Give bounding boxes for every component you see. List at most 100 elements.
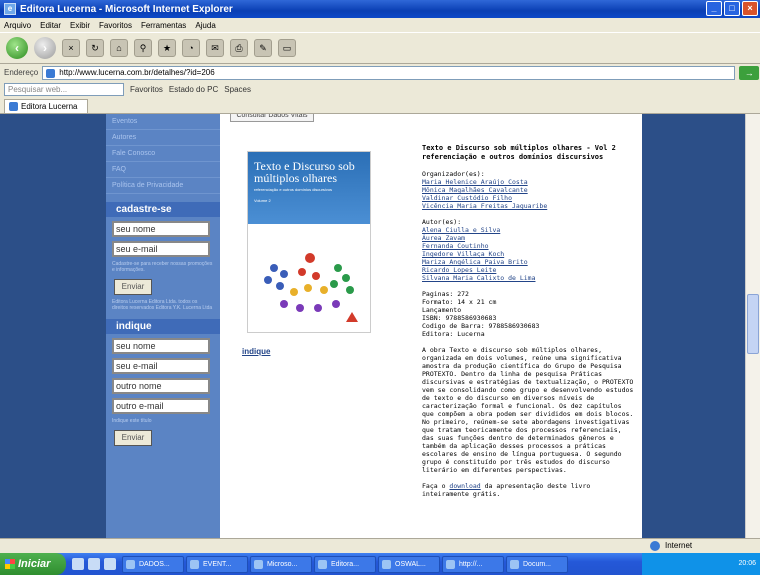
search-icon[interactable]: ⚲ — [134, 39, 152, 57]
scrollbar-thumb[interactable] — [747, 294, 759, 354]
system-tray-clock: 20:06 — [642, 553, 760, 575]
ie-icon: e — [4, 3, 16, 15]
detail-publisher: Editora: Lucerna — [422, 330, 485, 338]
spaces-link[interactable]: Spaces — [224, 85, 251, 94]
web-search-input[interactable]: Pesquisar web... — [4, 83, 124, 96]
author-link[interactable]: Áurea Zavam — [422, 234, 636, 242]
cadastre-submit-button[interactable]: Enviar — [114, 279, 152, 295]
sidebar-link-fale-conosco[interactable]: Fale Conosco — [106, 146, 220, 162]
links-toolbar: Pesquisar web... Favoritos Estado do PC … — [0, 81, 760, 98]
edit-icon[interactable]: ✎ — [254, 39, 272, 57]
sidebar-link-privacidade[interactable]: Política de Privacidade — [106, 178, 220, 194]
organizer-link[interactable]: Maria Helenice Araújo Costa — [422, 178, 636, 186]
cover-volume: Volume 2 — [254, 198, 271, 203]
author-link[interactable]: Mariza Angélica Paiva Brito — [422, 258, 636, 266]
indique-name-input[interactable]: seu nome — [112, 338, 210, 354]
cadastre-note: Cadastre-se para receber nossas promoçõe… — [112, 261, 213, 273]
mail-icon[interactable]: ✉ — [206, 39, 224, 57]
tab-label: Editora Lucerna — [21, 101, 78, 111]
author-link[interactable]: Alena Ciulla e Silva — [422, 226, 636, 234]
address-input[interactable]: http://www.lucerna.com.br/detalhes/?id=2… — [42, 65, 736, 80]
quick-launch-icon[interactable] — [72, 558, 84, 570]
indique-email-input[interactable]: seu e-mail — [112, 358, 210, 374]
download-link[interactable]: download — [449, 482, 480, 490]
indique-note: Indique este título — [112, 418, 152, 424]
sidebar-link-faq[interactable]: FAQ — [106, 162, 220, 178]
tab-bar: Editora Lucerna — [0, 98, 760, 114]
indique-submit-button[interactable]: Enviar — [114, 430, 152, 446]
standard-toolbar: ‹ › × ↻ ⌂ ⚲ ★ ◔ ✉ ⎙ ✎ ▭ — [0, 32, 760, 64]
address-bar: Endereço http://www.lucerna.com.br/detal… — [0, 64, 760, 81]
taskbar-item[interactable]: Docum... — [506, 555, 568, 573]
organizer-link[interactable]: Valdinar Custódio Filho — [422, 194, 636, 202]
detail-launch: Lançamento — [422, 306, 462, 314]
folder-icon[interactable]: ▭ — [278, 39, 296, 57]
quick-launch-icon[interactable] — [104, 558, 116, 570]
detail-pages: Paginas: 272 — [422, 290, 469, 298]
refresh-icon[interactable]: ↻ — [86, 39, 104, 57]
detail-format: Formato: 14 x 21 cm — [422, 298, 497, 306]
start-button[interactable]: Iniciar — [0, 553, 66, 575]
minimize-button[interactable]: _ — [706, 1, 722, 16]
sidebar-link-autores[interactable]: Autores — [106, 130, 220, 146]
book-description: A obra Texto e discurso sob múltiplos ol… — [422, 346, 634, 474]
organizer-link[interactable]: Mônica Magalhães Cavalcante — [422, 186, 636, 194]
cadastre-name-input[interactable]: seu nome — [112, 221, 210, 237]
taskbar-item[interactable]: DADOS... — [122, 555, 184, 573]
menu-favoritos[interactable]: Favoritos — [99, 21, 132, 30]
taskbar-item[interactable]: Editora... — [314, 555, 376, 573]
title-bar: e Editora Lucerna - Microsoft Internet E… — [0, 0, 760, 18]
indique-other-email-input[interactable]: outro e-mail — [112, 398, 210, 414]
book-subtitle-text: referenciação e outros domínios discursi… — [422, 153, 604, 161]
history-icon[interactable]: ◔ — [182, 39, 200, 57]
author-link[interactable]: Silvana Maria Calixto de Lima — [422, 274, 636, 282]
taskbar-item[interactable]: OSWAL... — [378, 555, 440, 573]
address-label: Endereço — [4, 68, 39, 77]
security-zone: Internet — [665, 541, 693, 550]
favorites-icon[interactable]: ★ — [158, 39, 176, 57]
home-icon[interactable]: ⌂ — [110, 39, 128, 57]
forward-icon[interactable]: › — [34, 37, 56, 59]
go-button[interactable]: → — [739, 65, 760, 80]
book-title: Texto e Discurso sob múltiplos olhares -… — [422, 144, 636, 162]
taskbar-item[interactable]: http://... — [442, 555, 504, 573]
book-detail-panel: Consultar Dados Vitais Texto e Discurso … — [220, 114, 642, 538]
print-icon[interactable]: ⎙ — [230, 39, 248, 57]
site-sidebar: Eventos Autores Fale Conosco FAQ Polític… — [106, 114, 220, 538]
author-link[interactable]: Fernanda Coutinho — [422, 242, 636, 250]
organizer-link[interactable]: Vicência Maria Freitas Jaguaribe — [422, 202, 636, 210]
indique-other-name-input[interactable]: outro nome — [112, 378, 210, 394]
taskbar-item[interactable]: EVENT... — [186, 555, 248, 573]
globe-icon — [650, 541, 660, 551]
menu-editar[interactable]: Editar — [40, 21, 61, 30]
cadastre-email-input[interactable]: seu e-mail — [112, 241, 210, 257]
window-title: Editora Lucerna - Microsoft Internet Exp… — [20, 3, 233, 15]
vertical-scrollbar[interactable] — [745, 114, 760, 538]
favorites-link[interactable]: Favoritos — [130, 85, 163, 94]
close-button[interactable]: × — [742, 1, 758, 16]
menu-ajuda[interactable]: Ajuda — [195, 21, 215, 30]
taskbar-item[interactable]: Microso... — [250, 555, 312, 573]
author-link[interactable]: Ricardo Lopes Leite — [422, 266, 636, 274]
book-title-text: Texto e Discurso sob múltiplos olhares -… — [422, 144, 616, 152]
menu-arquivo[interactable]: Arquivo — [4, 21, 31, 30]
tab-editora-lucerna[interactable]: Editora Lucerna — [4, 98, 89, 113]
stop-icon[interactable]: × — [62, 39, 80, 57]
menu-bar: Arquivo Editar Exibir Favoritos Ferramen… — [0, 18, 760, 32]
cover-subtitle: referenciação e outros domínios discursi… — [254, 187, 333, 192]
authors-label: Autor(es): — [422, 218, 462, 226]
consultar-button[interactable]: Consultar Dados Vitais — [230, 114, 314, 122]
taskbar: Iniciar DADOS... EVENT... Microso... Edi… — [0, 553, 760, 575]
detail-isbn: ISBN: 9788586930683 — [422, 314, 497, 322]
cover-header: Texto e Discurso sob múltiplos olhares r… — [248, 152, 370, 224]
book-cover[interactable]: Texto e Discurso sob múltiplos olhares r… — [247, 151, 371, 333]
quick-launch-icon[interactable] — [88, 558, 100, 570]
menu-exibir[interactable]: Exibir — [70, 21, 90, 30]
menu-ferramentas[interactable]: Ferramentas — [141, 21, 186, 30]
author-link[interactable]: Ingedore Villaça Koch — [422, 250, 636, 258]
maximize-button[interactable]: □ — [724, 1, 740, 16]
sidebar-link-eventos[interactable]: Eventos — [106, 114, 220, 130]
indique-link[interactable]: indique — [242, 347, 270, 356]
back-icon[interactable]: ‹ — [6, 37, 28, 59]
pc-status-link[interactable]: Estado do PC — [169, 85, 218, 94]
